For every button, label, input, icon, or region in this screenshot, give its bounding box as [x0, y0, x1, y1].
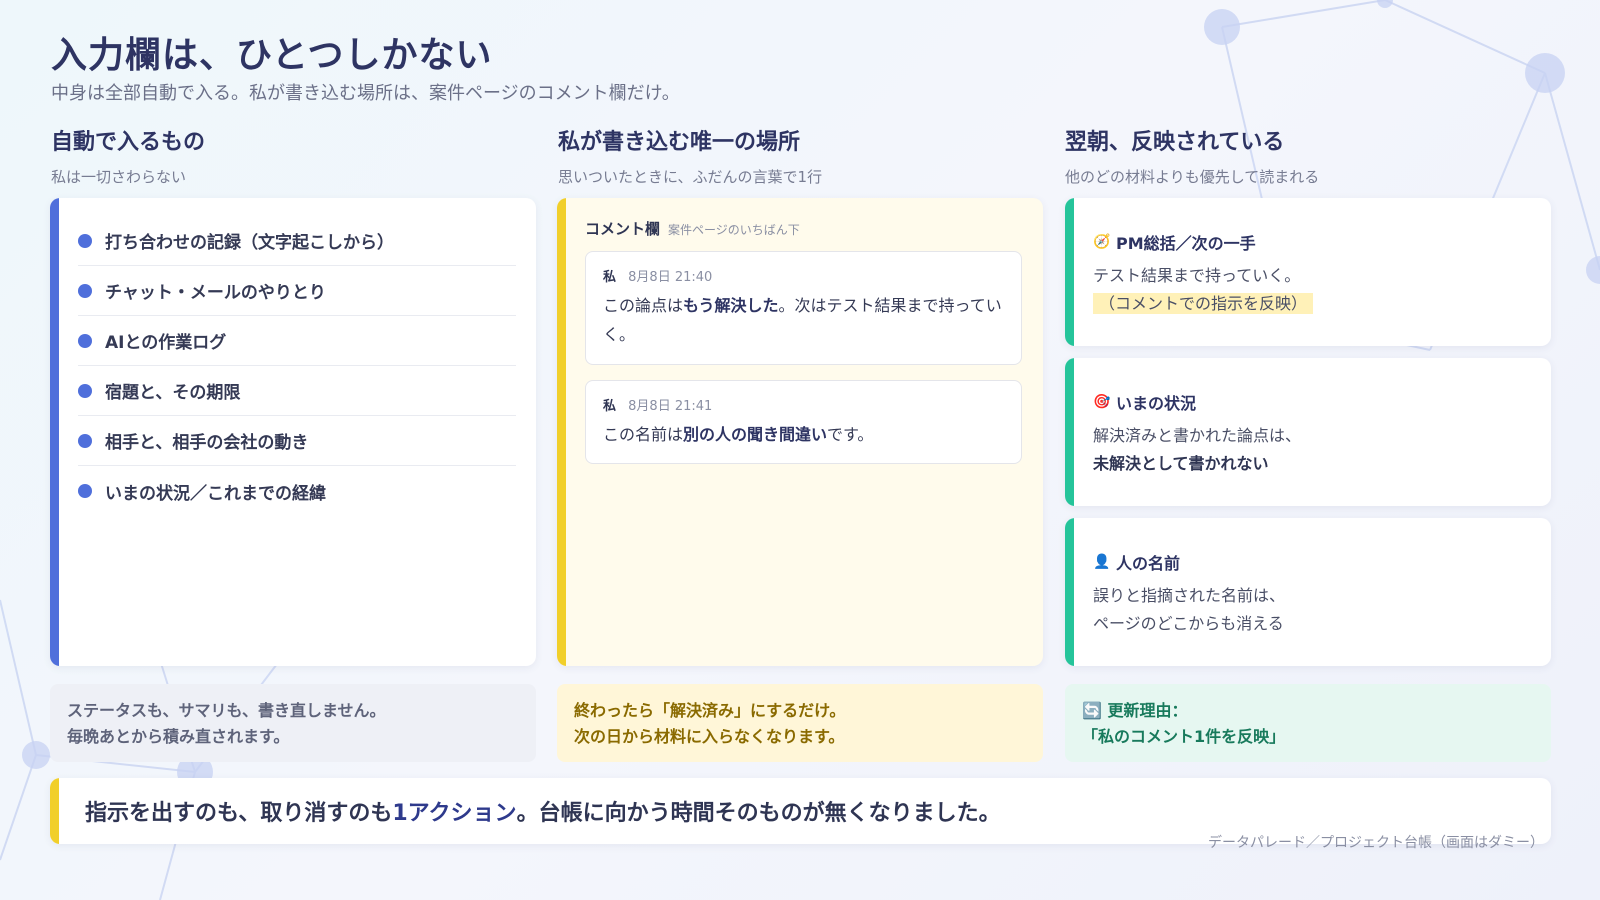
- auto-input-card: 打ち合わせの記録（文字起こしから） チャット・メールのやりとり AIとの作業ログ…: [50, 198, 536, 666]
- comment-timestamp: 8月8日 21:41: [628, 399, 713, 414]
- bullet-dot-icon: [78, 333, 92, 348]
- banner-emphasis: 1アクション: [392, 801, 517, 826]
- comment-text-emphasis: 別の人の聞き間違い: [683, 425, 828, 444]
- footer-caption: データパレード／プロジェクト台帳（画面はダミー）: [1208, 835, 1544, 851]
- comment-section-hint: 案件ページのいちばん下: [668, 223, 800, 237]
- result-title-text: 人の名前: [1116, 554, 1181, 573]
- note-update-reason: 🔄 更新理由： 「私のコメント1件を反映」: [1065, 684, 1551, 762]
- comment-item[interactable]: 私 8月8日 21:40 この論点はもう解決した。次はテスト結果まで持っていく。: [585, 251, 1022, 365]
- column-title-result: 翌朝、反映されている: [1065, 130, 1285, 155]
- result-card-title: 🎯 いまの状況: [1093, 390, 1196, 414]
- list-item: 相手と、相手の会社の動き: [78, 416, 516, 466]
- result-card-title: 👤 人の名前: [1093, 550, 1180, 574]
- list-item-label: チャット・メールのやりとり: [105, 283, 326, 303]
- result-highlight: （コメントでの指示を反映）: [1093, 290, 1314, 314]
- column-sub-comment: 思いついたときに、ふだんの言葉で1行: [558, 168, 823, 186]
- result-title-text: PM総括／次の一手: [1116, 234, 1256, 253]
- note-line: ステータスも、サマリも、書き直しません。: [67, 701, 386, 720]
- highlight-text: （コメントでの指示を反映）: [1093, 293, 1314, 314]
- list-item-label: 宿題と、その期限: [105, 383, 241, 403]
- person-icon: 👤: [1093, 554, 1111, 570]
- comment-section-card: コメント欄 案件ページのいちばん下 私 8月8日 21:40 この論点はもう解決…: [557, 198, 1043, 666]
- note-line: 次の日から材料に入らなくなります。: [574, 727, 845, 746]
- comment-author: 私: [603, 270, 617, 285]
- update-reason-label: 🔄 更新理由：: [1082, 701, 1188, 720]
- comment-body: この名前は別の人の聞き間違いです。: [603, 420, 1004, 449]
- bullet-dot-icon: [78, 233, 92, 248]
- comment-section-header: コメント欄 案件ページのいちばん下: [585, 218, 800, 239]
- result-card-pm-summary: 🧭 PM総括／次の一手 テスト結果まで持っていく。 （コメントでの指示を反映）: [1065, 198, 1551, 346]
- comment-meta: 私 8月8日 21:41: [603, 395, 1004, 414]
- comment-text: です。: [827, 425, 874, 444]
- result-line-bold: 未解決として書かれない: [1093, 454, 1269, 473]
- list-item: チャット・メールのやりとり: [78, 266, 516, 316]
- comment-text: この論点は: [603, 296, 684, 315]
- result-card-status: 🎯 いまの状況 解決済みと書かれた論点は、 未解決として書かれない: [1065, 358, 1551, 506]
- note-comment: 終わったら「解決済み」にするだけ。 次の日から材料に入らなくなります。: [557, 684, 1043, 762]
- banner-text: 。台帳に向かう時間そのものが無くなりました。: [516, 801, 1001, 826]
- page-subtitle: 中身は全部自動で入る。私が書き込む場所は、案件ページのコメント欄だけ。: [51, 83, 680, 104]
- bullet-dot-icon: [78, 383, 92, 398]
- bullet-dot-icon: [78, 283, 92, 298]
- bullet-dot-icon: [78, 433, 92, 448]
- list-item-label: いまの状況／これまでの経緯: [105, 483, 326, 504]
- column-sub-auto: 私は一切さわらない: [51, 168, 187, 186]
- auto-input-list: 打ち合わせの記録（文字起こしから） チャット・メールのやりとり AIとの作業ログ…: [78, 216, 516, 516]
- result-line: 誤りと指摘された名前は、: [1093, 586, 1286, 605]
- comment-timestamp: 8月8日 21:40: [628, 270, 713, 285]
- target-icon: 🎯: [1093, 394, 1111, 410]
- list-item: 宿題と、その期限: [78, 366, 516, 416]
- list-item: いまの状況／これまでの経緯: [78, 466, 516, 516]
- result-line: ページのどこからも消える: [1093, 614, 1284, 633]
- list-item: AIとの作業ログ: [78, 316, 516, 366]
- comment-text: この名前は: [603, 425, 684, 444]
- result-line: テスト結果まで持っていく。: [1093, 266, 1301, 285]
- note-auto: ステータスも、サマリも、書き直しません。 毎晩あとから積み直されます。: [50, 684, 536, 762]
- comment-author: 私: [603, 399, 617, 414]
- list-item-label: 相手と、相手の会社の動き: [105, 433, 309, 453]
- list-item: 打ち合わせの記録（文字起こしから）: [78, 216, 516, 266]
- note-line: 終わったら「解決済み」にするだけ。: [574, 701, 846, 720]
- comment-text-emphasis: もう解決した: [683, 296, 779, 315]
- list-item-label: AIとの作業ログ: [105, 333, 227, 353]
- column-sub-result: 他のどの材料よりも優先して読まれる: [1065, 168, 1320, 186]
- banner-text: 指示を出すのも、取り消すのも: [85, 801, 393, 826]
- comment-item[interactable]: 私 8月8日 21:41 この名前は別の人の聞き間違いです。: [585, 380, 1022, 464]
- column-title-comment: 私が書き込む唯一の場所: [558, 130, 801, 155]
- update-reason-value: 「私のコメント1件を反映」: [1082, 727, 1286, 746]
- result-line: 解決済みと書かれた論点は、: [1093, 426, 1302, 445]
- result-card-person-name: 👤 人の名前 誤りと指摘された名前は、 ページのどこからも消える: [1065, 518, 1551, 666]
- page-title: 入力欄は、ひとつしかない: [51, 35, 493, 76]
- result-card-title: 🧭 PM総括／次の一手: [1093, 230, 1256, 254]
- column-title-auto: 自動で入るもの: [51, 130, 206, 155]
- note-line: 毎晩あとから積み直されます。: [67, 727, 290, 746]
- result-title-text: いまの状況: [1116, 394, 1197, 413]
- comment-body: この論点はもう解決した。次はテスト結果まで持っていく。: [603, 291, 1004, 349]
- comment-meta: 私 8月8日 21:40: [603, 266, 1004, 285]
- bullet-dot-icon: [78, 484, 92, 498]
- comment-section-label: コメント欄: [585, 220, 661, 238]
- list-item-label: 打ち合わせの記録（文字起こしから）: [105, 233, 394, 253]
- compass-icon: 🧭: [1093, 234, 1111, 250]
